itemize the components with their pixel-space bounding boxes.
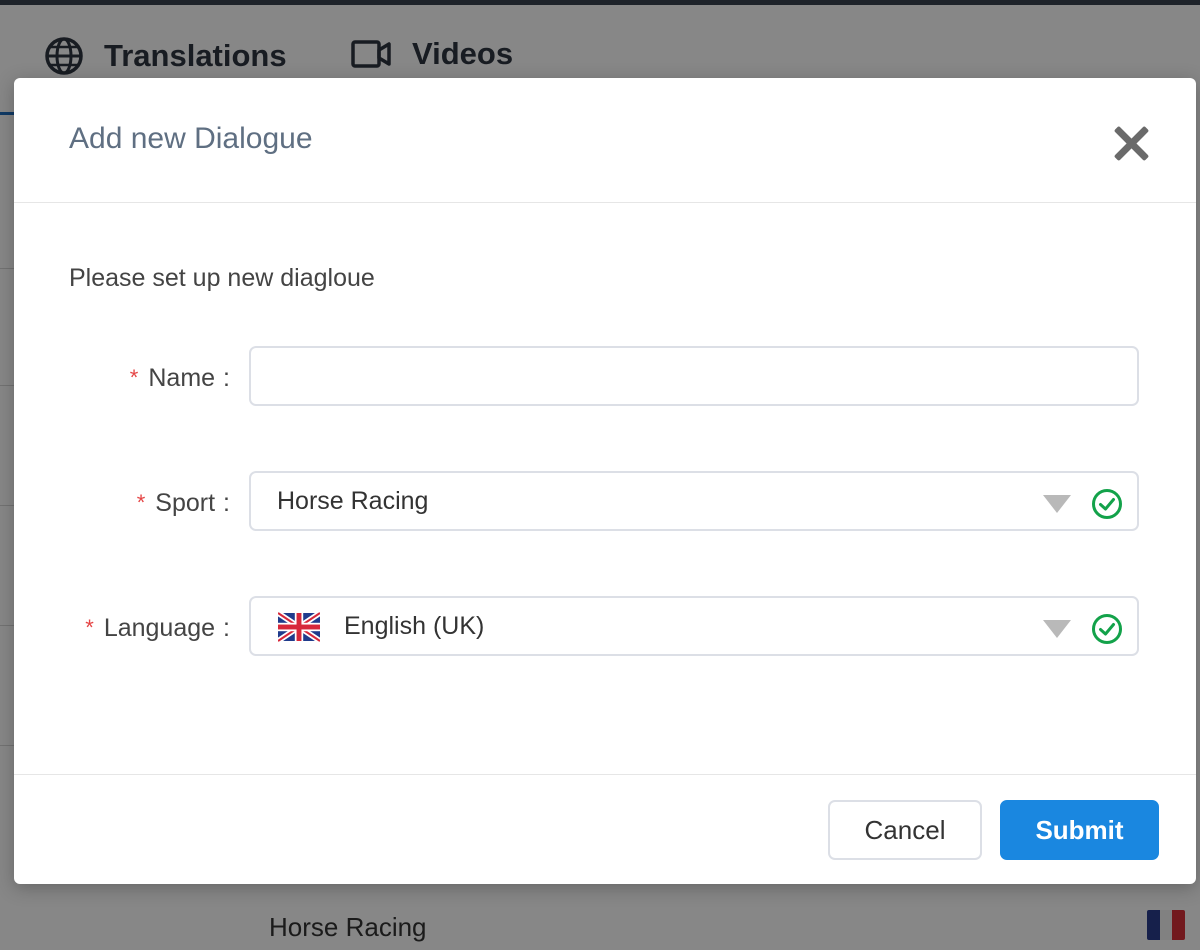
chevron-down-icon[interactable]: [1043, 620, 1071, 638]
sport-label-text: Sport: [155, 488, 216, 517]
uk-flag-icon: [278, 612, 320, 642]
submit-button[interactable]: Submit: [1000, 800, 1159, 860]
modal-intro-text: Please set up new diagloue: [69, 264, 375, 292]
name-input[interactable]: [251, 348, 1137, 404]
language-select-value: English (UK): [344, 611, 485, 640]
language-label: * Language:: [85, 613, 230, 642]
required-mark: *: [85, 615, 94, 640]
required-mark: *: [136, 490, 146, 515]
form-row-language: * Language: English (UK): [14, 596, 1196, 660]
sport-select-value: Horse Racing: [277, 486, 429, 515]
add-dialogue-modal: Add new Dialogue Please set up new diagl…: [14, 78, 1196, 884]
name-label-text: Name: [148, 363, 216, 392]
modal-header: Add new Dialogue: [14, 78, 1196, 203]
sport-label: * Sport:: [136, 488, 230, 517]
form-row-name: * Name:: [14, 346, 1196, 410]
language-select[interactable]: English (UK): [249, 596, 1139, 656]
modal-title: Add new Dialogue: [69, 122, 313, 155]
close-icon[interactable]: [1112, 124, 1150, 162]
language-label-text: Language: [103, 613, 216, 642]
check-circle-icon: [1092, 614, 1122, 644]
sport-select[interactable]: Horse Racing: [249, 471, 1139, 531]
name-field-wrapper: [249, 346, 1139, 406]
form-row-sport: * Sport: Horse Racing: [14, 471, 1196, 535]
modal-footer: Cancel Submit: [14, 774, 1196, 885]
required-mark: *: [129, 365, 139, 390]
check-circle-icon: [1092, 489, 1122, 519]
name-label: * Name:: [129, 363, 230, 392]
cancel-button[interactable]: Cancel: [828, 800, 982, 860]
chevron-down-icon[interactable]: [1043, 495, 1071, 513]
